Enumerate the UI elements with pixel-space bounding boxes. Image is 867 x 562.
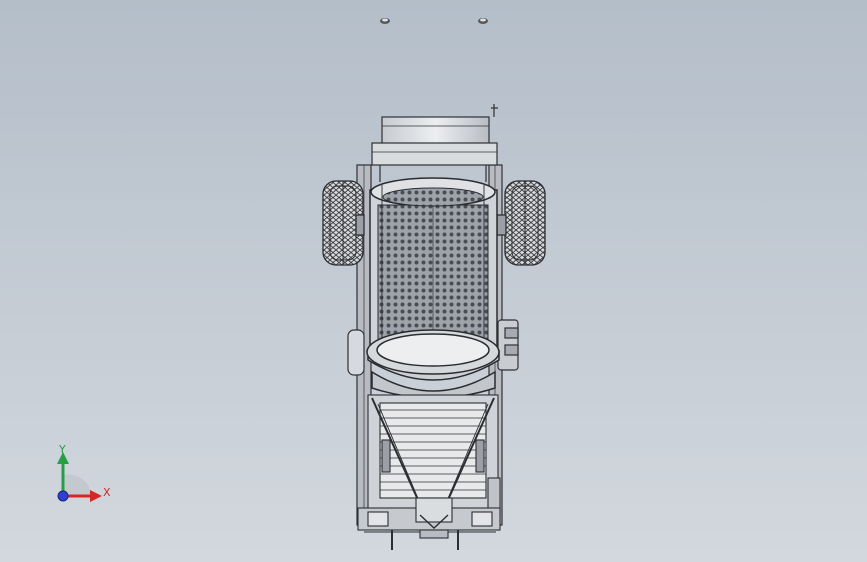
axis-label-x: X bbox=[103, 486, 111, 499]
drum-screen[interactable] bbox=[366, 177, 500, 399]
graphics-viewport[interactable]: Y X bbox=[0, 0, 867, 562]
wheel-right[interactable] bbox=[496, 180, 546, 266]
loose-part-right[interactable] bbox=[478, 18, 488, 24]
cad-model[interactable] bbox=[0, 0, 867, 562]
axis-triad[interactable] bbox=[40, 438, 130, 518]
wheel-left[interactable] bbox=[322, 180, 365, 266]
loose-part-left[interactable] bbox=[380, 18, 390, 24]
feed-hopper[interactable] bbox=[371, 104, 498, 182]
axis-label-y: Y bbox=[59, 443, 66, 456]
